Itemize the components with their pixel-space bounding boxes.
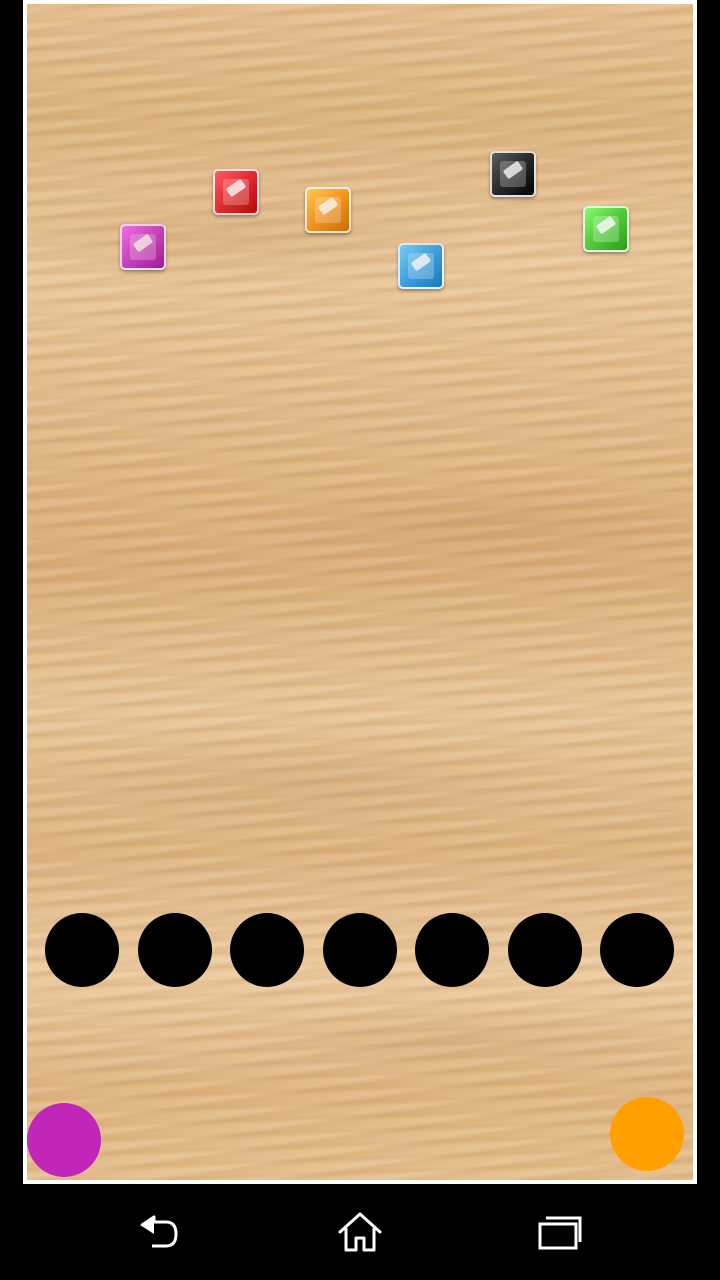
answer-slot-1[interactable]: [45, 913, 119, 987]
wood-board: [27, 4, 693, 1180]
black-gem[interactable]: [490, 151, 536, 197]
red-gem[interactable]: [213, 169, 259, 215]
home-button[interactable]: [320, 1202, 400, 1262]
blue-gem[interactable]: [398, 243, 444, 289]
green-gem[interactable]: [583, 206, 629, 252]
game-screen: [0, 0, 720, 1280]
home-icon: [338, 1212, 382, 1252]
back-button[interactable]: [120, 1202, 200, 1262]
answer-slot-7[interactable]: [600, 913, 674, 987]
magenta-gem[interactable]: [120, 224, 166, 270]
back-icon: [140, 1215, 178, 1248]
answer-slot-6[interactable]: [508, 913, 582, 987]
magenta-action-button[interactable]: [27, 1103, 101, 1177]
answer-slot-5[interactable]: [415, 913, 489, 987]
answer-slot-3[interactable]: [230, 913, 304, 987]
recent-apps-icon: [538, 1216, 582, 1250]
orange-gem[interactable]: [305, 187, 351, 233]
navigation-bar: [0, 1184, 720, 1280]
recent-apps-button[interactable]: [520, 1202, 600, 1262]
answer-slot-4[interactable]: [323, 913, 397, 987]
answer-slot-2[interactable]: [138, 913, 212, 987]
orange-action-button[interactable]: [610, 1097, 684, 1171]
